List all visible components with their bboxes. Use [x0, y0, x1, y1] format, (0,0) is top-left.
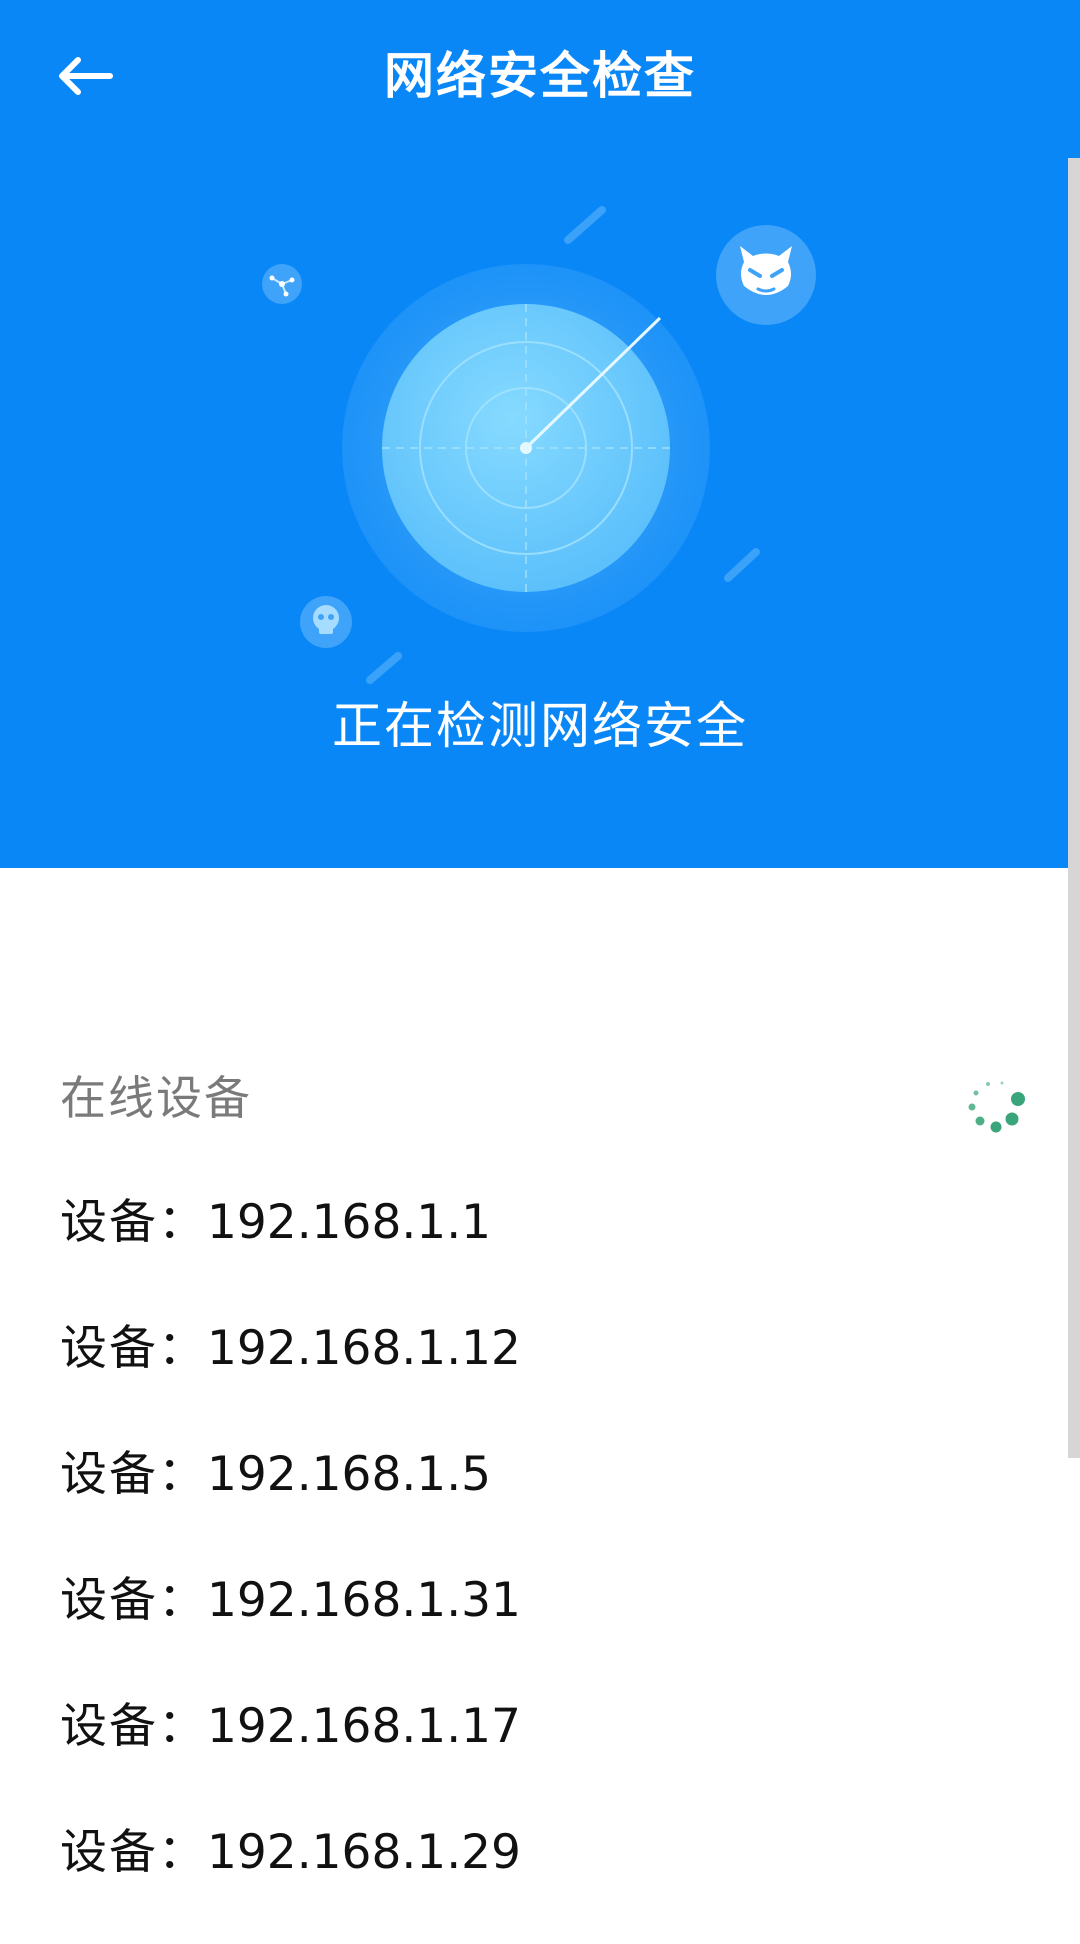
device-ip: 192.168.1.29	[207, 1825, 521, 1880]
device-label: 设备：	[60, 1195, 207, 1250]
page-title: 网络安全检查	[384, 47, 696, 105]
streak-decoration	[564, 206, 606, 244]
device-label: 设备：	[60, 1825, 207, 1880]
list-item[interactable]: 设备：192.168.1.12	[60, 1314, 1020, 1440]
list-item[interactable]: 设备：192.168.1.17	[60, 1692, 1020, 1818]
online-devices-header: 在线设备	[60, 1065, 1025, 1133]
device-label: 设备：	[60, 1447, 207, 1502]
loading-spinner-icon	[968, 1081, 1025, 1133]
scrollbar[interactable]	[1068, 158, 1080, 1458]
device-ip: 192.168.1.12	[207, 1321, 521, 1376]
device-label: 设备：	[60, 1321, 207, 1376]
device-ip: 192.168.1.17	[207, 1699, 521, 1754]
scan-status-text: 正在检测网络安全	[332, 697, 748, 755]
radar-illustration	[220, 150, 860, 710]
device-label: 设备：	[60, 1699, 207, 1754]
top-bar: 网络安全检查	[0, 0, 1080, 152]
network-node-icon	[262, 264, 302, 304]
list-item[interactable]: 设备：192.168.1.29	[60, 1818, 1020, 1944]
list-item[interactable]: 设备：192.168.1.31	[60, 1566, 1020, 1692]
section-title: 在线设备	[60, 1071, 252, 1125]
streak-decoration	[724, 548, 760, 582]
device-ip: 192.168.1.5	[207, 1447, 492, 1502]
device-list: 设备：192.168.1.1 设备：192.168.1.12 设备：192.16…	[60, 1188, 1020, 1944]
device-label: 设备：	[60, 1573, 207, 1628]
scan-header: 网络安全检查 正在检测网络安全	[0, 0, 1080, 868]
radar-icon	[342, 264, 710, 632]
device-ip: 192.168.1.31	[207, 1573, 521, 1628]
skull-icon	[300, 596, 352, 648]
list-item[interactable]: 设备：192.168.1.5	[60, 1440, 1020, 1566]
device-ip: 192.168.1.1	[207, 1195, 492, 1250]
streak-decoration	[366, 652, 402, 684]
devil-icon	[716, 225, 816, 325]
list-item[interactable]: 设备：192.168.1.1	[60, 1188, 1020, 1314]
